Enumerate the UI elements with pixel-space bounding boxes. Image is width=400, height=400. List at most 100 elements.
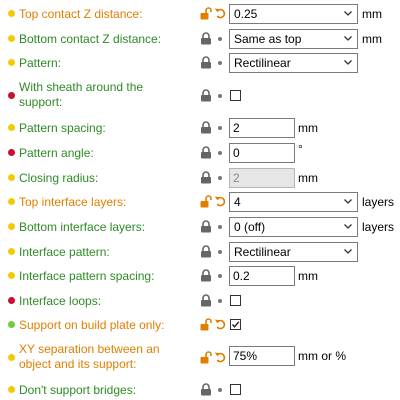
setting-row-interface-pattern-spacing: Interface pattern spacing: mm xyxy=(0,264,400,288)
setting-label: Interface pattern: xyxy=(19,245,110,259)
setting-label: Top interface layers: xyxy=(19,195,127,209)
unlocked-lock-icon[interactable] xyxy=(200,318,212,331)
setting-label: Bottom interface layers: xyxy=(19,220,146,234)
system-value-dot xyxy=(218,225,222,229)
setting-label: Don't support bridges: xyxy=(19,383,137,397)
setting-label: Pattern angle: xyxy=(19,146,94,160)
lock-icon xyxy=(201,171,211,184)
xy-separation-input[interactable] xyxy=(229,346,295,366)
support-on-build-plate-only-checkbox[interactable] xyxy=(230,319,241,330)
unit-label: mm xyxy=(298,121,318,135)
system-value-dot xyxy=(218,151,222,155)
mode-dot-yellow xyxy=(8,223,15,230)
checkmark-icon xyxy=(231,321,240,328)
lock-icon xyxy=(201,245,211,258)
setting-label: Support on build plate only: xyxy=(19,318,165,332)
setting-label: Pattern spacing: xyxy=(19,121,106,135)
unit-label: mm xyxy=(298,171,318,185)
setting-row-pattern-spacing: Pattern spacing: mm xyxy=(0,116,400,140)
mode-dot-red xyxy=(8,297,15,304)
mode-dot-yellow xyxy=(8,198,15,205)
interface-pattern-combo[interactable]: Rectilinear xyxy=(229,242,358,262)
setting-label: Closing radius: xyxy=(19,171,99,185)
undo-arrow-icon[interactable] xyxy=(214,318,226,330)
setting-row-support-on-build-plate-only: Support on build plate only: xyxy=(0,313,400,337)
mode-dot-yellow xyxy=(8,386,15,393)
undo-arrow-icon[interactable] xyxy=(214,7,226,19)
pattern-spacing-input[interactable] xyxy=(229,118,295,138)
system-value-dot xyxy=(218,37,222,41)
lock-icon xyxy=(201,121,211,134)
system-value-dot xyxy=(218,94,222,98)
mode-dot-green xyxy=(8,321,15,328)
system-value-dot xyxy=(218,61,222,65)
unit-label: mm xyxy=(298,269,318,283)
system-value-dot xyxy=(218,299,222,303)
setting-row-interface-pattern: Interface pattern: Rectilinear xyxy=(0,240,400,264)
lock-icon xyxy=(201,294,211,307)
pattern-combo[interactable]: Rectilinear xyxy=(229,53,358,73)
chevron-down-icon[interactable] xyxy=(343,221,353,231)
bottom-contact-z-distance-combo[interactable]: Same as top xyxy=(229,29,358,49)
system-value-dot xyxy=(218,388,222,392)
mode-dot-yellow xyxy=(8,354,15,361)
unlocked-lock-icon[interactable] xyxy=(200,195,212,208)
setting-row-with-sheath: With sheath around the support: xyxy=(0,78,400,112)
combo-value: 0.25 xyxy=(234,7,258,21)
setting-label: Bottom contact Z distance: xyxy=(19,32,162,46)
setting-row-bottom-interface-layers: Bottom interface layers: 0 (off) layers xyxy=(0,215,400,239)
setting-row-xy-separation: XY separation between an object and its … xyxy=(0,340,400,374)
mode-dot-red xyxy=(8,92,15,99)
undo-arrow-icon[interactable] xyxy=(214,195,226,207)
interface-loops-checkbox[interactable] xyxy=(230,295,241,306)
lock-icon xyxy=(201,383,211,396)
lock-icon xyxy=(201,32,211,45)
mode-dot-yellow xyxy=(8,272,15,279)
interface-pattern-spacing-input[interactable] xyxy=(229,266,295,286)
chevron-down-icon[interactable] xyxy=(343,8,353,18)
bottom-interface-layers-combo[interactable]: 0 (off) xyxy=(229,217,358,237)
with-sheath-checkbox[interactable] xyxy=(230,90,241,101)
unit-label: mm xyxy=(362,32,382,46)
setting-label: XY separation between an object and its … xyxy=(19,342,160,371)
lock-icon xyxy=(201,56,211,69)
top-contact-z-distance-combo[interactable]: 0.25 xyxy=(229,4,358,24)
setting-row-bottom-contact-z-distance: Bottom contact Z distance: Same as top m… xyxy=(0,27,400,51)
unit-label: ° xyxy=(298,142,303,156)
pattern-angle-input[interactable] xyxy=(229,143,295,163)
chevron-down-icon[interactable] xyxy=(343,33,353,43)
mode-dot-yellow xyxy=(8,174,15,181)
setting-row-pattern: Pattern: Rectilinear xyxy=(0,51,400,75)
dont-support-bridges-checkbox[interactable] xyxy=(230,384,241,395)
unlocked-lock-icon[interactable] xyxy=(200,7,212,20)
closing-radius-input xyxy=(229,168,295,188)
combo-value: 4 xyxy=(234,195,241,209)
lock-icon xyxy=(201,89,211,102)
mode-dot-yellow xyxy=(8,35,15,42)
system-value-dot xyxy=(218,126,222,130)
setting-label: Top contact Z distance: xyxy=(19,7,143,21)
chevron-down-icon[interactable] xyxy=(343,57,353,67)
combo-value: Same as top xyxy=(234,32,302,46)
unit-label: mm or % xyxy=(298,349,346,363)
chevron-down-icon[interactable] xyxy=(343,196,353,206)
setting-label: Interface pattern spacing: xyxy=(19,269,155,283)
chevron-down-icon[interactable] xyxy=(343,246,353,256)
setting-row-top-contact-z-distance: Top contact Z distance: 0.25 mm xyxy=(0,2,400,26)
setting-row-closing-radius: Closing radius: mm xyxy=(0,166,400,190)
unit-label: layers xyxy=(362,220,395,234)
mode-dot-yellow xyxy=(8,10,15,17)
mode-dot-yellow xyxy=(8,124,15,131)
setting-label: With sheath around the support: xyxy=(19,80,144,109)
system-value-dot xyxy=(218,274,222,278)
setting-row-interface-loops: Interface loops: xyxy=(0,289,400,313)
mode-dot-yellow xyxy=(8,248,15,255)
setting-row-dont-support-bridges: Don't support bridges: xyxy=(0,378,400,400)
unit-label: layers xyxy=(362,195,395,209)
undo-arrow-icon[interactable] xyxy=(214,351,226,363)
combo-value: Rectilinear xyxy=(234,56,291,70)
unlocked-lock-icon[interactable] xyxy=(200,351,212,364)
mode-dot-red xyxy=(8,149,15,156)
top-interface-layers-combo[interactable]: 4 xyxy=(229,192,358,212)
lock-icon xyxy=(201,146,211,159)
